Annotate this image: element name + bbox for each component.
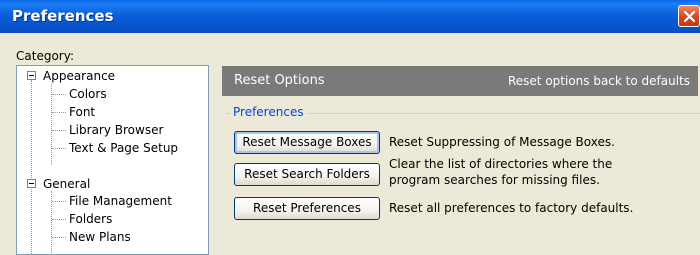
groupbox-label: Preferences bbox=[230, 105, 307, 119]
tree-item-appearance[interactable]: Appearance bbox=[43, 67, 115, 85]
tree-trunk-line bbox=[31, 80, 32, 254]
collapse-icon[interactable] bbox=[27, 179, 36, 188]
tree-item-font[interactable]: Font bbox=[69, 103, 95, 121]
reset-message-boxes-button[interactable]: Reset Message Boxes bbox=[234, 131, 380, 154]
collapse-icon[interactable] bbox=[27, 71, 36, 80]
reset-search-folders-button[interactable]: Reset Search Folders bbox=[234, 163, 380, 186]
panel-title: Reset Options bbox=[234, 73, 325, 88]
tree-branch-line bbox=[52, 94, 66, 95]
panel-header: Reset Options Reset options back to defa… bbox=[222, 66, 698, 96]
tree-branch-line bbox=[52, 148, 66, 149]
reset-search-folders-description-line-2: program searches for missing files. bbox=[389, 173, 600, 187]
tree-branch-line bbox=[52, 112, 66, 113]
tree-branch-line bbox=[52, 237, 66, 238]
tree-item-folders[interactable]: Folders bbox=[69, 210, 112, 228]
reset-message-boxes-description: Reset Suppressing of Message Boxes. bbox=[389, 135, 615, 149]
title-bar: Preferences bbox=[0, 0, 700, 33]
reset-preferences-button[interactable]: Reset Preferences bbox=[234, 197, 380, 220]
panel-subtitle: Reset options back to defaults bbox=[507, 74, 690, 88]
close-icon bbox=[683, 10, 696, 23]
tree-branch-line bbox=[52, 201, 66, 202]
window-title: Preferences bbox=[12, 7, 114, 25]
tree-branch-line bbox=[52, 219, 66, 220]
tree-branch-line bbox=[51, 84, 52, 165]
close-button[interactable] bbox=[678, 5, 700, 27]
tree-item-general[interactable]: General bbox=[43, 175, 90, 193]
tree-item-text-page-setup[interactable]: Text & Page Setup bbox=[69, 139, 178, 157]
reset-search-folders-description-line-1: Clear the list of directories where the bbox=[389, 157, 613, 171]
tree-branch-line bbox=[52, 130, 66, 131]
category-label: Category: bbox=[16, 49, 74, 63]
category-tree[interactable]: Appearance Colors Font Library Browser T… bbox=[16, 65, 209, 255]
tree-item-colors[interactable]: Colors bbox=[69, 85, 107, 103]
tree-item-new-plans[interactable]: New Plans bbox=[69, 228, 131, 246]
reset-preferences-description: Reset all preferences to factory default… bbox=[389, 201, 634, 215]
tree-item-file-management[interactable]: File Management bbox=[69, 192, 172, 210]
tree-item-library-browser[interactable]: Library Browser bbox=[69, 121, 163, 139]
